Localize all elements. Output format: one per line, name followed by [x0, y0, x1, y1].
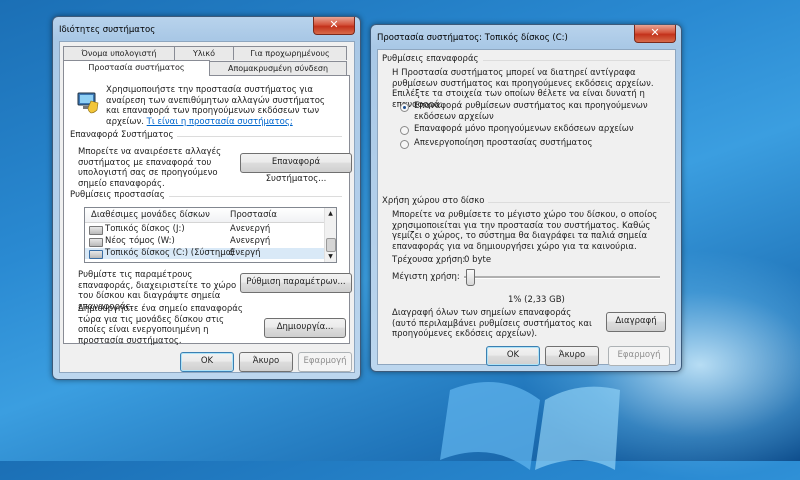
column-header-protection[interactable]: Προστασία	[230, 208, 277, 222]
protection-settings-header: Ρυθμίσεις προστασίας	[70, 190, 342, 200]
drives-list[interactable]: Διαθέσιμες μονάδες δίσκων Προστασία Τοπι…	[84, 207, 337, 263]
radio-button[interactable]	[400, 126, 409, 135]
scroll-up-arrow-icon[interactable]: ▲	[326, 209, 335, 218]
radio-button[interactable]	[400, 140, 409, 149]
configure-button[interactable]: Ρύθμιση παραμέτρων...	[240, 273, 352, 293]
slider-thumb[interactable]	[466, 269, 475, 286]
cancel-button[interactable]: Άκυρο	[545, 346, 599, 366]
system-properties-window: Ιδιότητες συστήματος ✕ Όνομα υπολογιστή …	[52, 16, 361, 380]
max-usage-value: 1% (2,33 GB)	[508, 295, 565, 305]
ok-button[interactable]: OK	[180, 352, 234, 372]
system-protection-drive-window: Προστασία συστήματος: Τοπικός δίσκος (C:…	[370, 24, 682, 372]
radio-option-files-only[interactable]: Επαναφορά μόνο προηγούμενων εκδόσεων αρχ…	[400, 124, 660, 136]
column-header-drives[interactable]: Διαθέσιμες μονάδες δίσκων	[91, 208, 210, 222]
shield-computer-icon	[77, 92, 99, 114]
tab-computer-name[interactable]: Όνομα υπολογιστή	[63, 46, 175, 60]
what-is-protection-link[interactable]: Τι είναι η προστασία συστήματος;	[147, 117, 293, 127]
drive-row-j[interactable]: Τοπικός δίσκος (J:) Ανενεργή	[85, 224, 324, 235]
apply-button[interactable]: Εφαρμογή	[608, 346, 670, 366]
scroll-down-arrow-icon[interactable]: ▼	[326, 252, 335, 261]
slider-track	[464, 276, 660, 279]
delete-button[interactable]: Διαγραφή	[606, 312, 666, 332]
radio-button[interactable]	[400, 103, 409, 112]
intro-text: Χρησιμοποιήστε την προστασία συστήματος …	[106, 85, 325, 127]
apply-button[interactable]: Εφαρμογή	[298, 352, 352, 372]
disk-usage-text: Μπορείτε να ρυθμίσετε το μέγιστο χώρο το…	[392, 210, 658, 252]
tab-hardware[interactable]: Υλικό	[174, 46, 234, 60]
windows-logo	[440, 382, 620, 470]
create-text: Δημιουργήστε ένα σημείο επαναφοράς τώρα …	[78, 304, 243, 346]
restore-section-header: Επαναφορά Συστήματος	[70, 130, 342, 140]
drive-icon	[89, 226, 103, 235]
delete-text: Διαγραφή όλων των σημείων επαναφοράς (αυ…	[392, 308, 592, 339]
current-usage-value: 0 byte	[464, 255, 492, 265]
list-header: Διαθέσιμες μονάδες δίσκων Προστασία	[85, 208, 324, 223]
system-drive-icon	[89, 250, 103, 259]
drive-icon	[89, 238, 103, 247]
close-button[interactable]: ✕	[634, 25, 676, 43]
list-scrollbar[interactable]: ▲ ▼	[324, 208, 336, 262]
drive-row-w[interactable]: Νέος τόμος (W:) Ανενεργή	[85, 236, 324, 247]
tab-system-protection[interactable]: Προστασία συστήματος	[63, 60, 210, 76]
disk-usage-header: Χρήση χώρου στο δίσκο	[382, 196, 670, 206]
window-title: Ιδιότητες συστήματος	[59, 25, 156, 35]
system-restore-button[interactable]: Επαναφορά Συστήματος...	[240, 153, 352, 184]
scroll-thumb[interactable]	[326, 238, 336, 252]
dialog-body: Ρυθμίσεις επαναφοράς Η Προστασία συστήμα…	[377, 49, 676, 366]
dialog-body: Όνομα υπολογιστή Υλικό Για προχωρημένους…	[59, 41, 355, 373]
window-title: Προστασία συστήματος: Τοπικός δίσκος (C:…	[377, 33, 568, 43]
current-usage-label: Τρέχουσα χρήση:	[392, 255, 466, 265]
ok-button[interactable]: OK	[486, 346, 540, 366]
drive-row-c[interactable]: Τοπικός δίσκος (C:) (Σύστημα) Ενεργή	[85, 248, 324, 259]
radio-option-settings-and-files[interactable]: Επαναφορά ρυθμίσεων συστήματος και προηγ…	[400, 101, 660, 123]
restore-text: Μπορείτε να αναιρέσετε αλλαγές συστήματο…	[78, 147, 222, 189]
cancel-button[interactable]: Άκυρο	[239, 352, 293, 372]
tab-page: Χρησιμοποιήστε την προστασία συστήματος …	[63, 75, 352, 346]
close-button[interactable]: ✕	[313, 17, 355, 35]
radio-option-disable[interactable]: Απενεργοποίηση προστασίας συστήματος	[400, 138, 660, 150]
tab-advanced[interactable]: Για προχωρημένους	[233, 46, 347, 60]
create-button[interactable]: Δημιουργία...	[264, 318, 346, 338]
max-usage-slider[interactable]	[464, 268, 660, 286]
tab-remote[interactable]: Απομακρυσμένη σύνδεση	[209, 61, 347, 75]
max-usage-label: Μέγιστη χρήση:	[392, 272, 460, 282]
restore-settings-header: Ρυθμίσεις επαναφοράς	[382, 54, 670, 64]
